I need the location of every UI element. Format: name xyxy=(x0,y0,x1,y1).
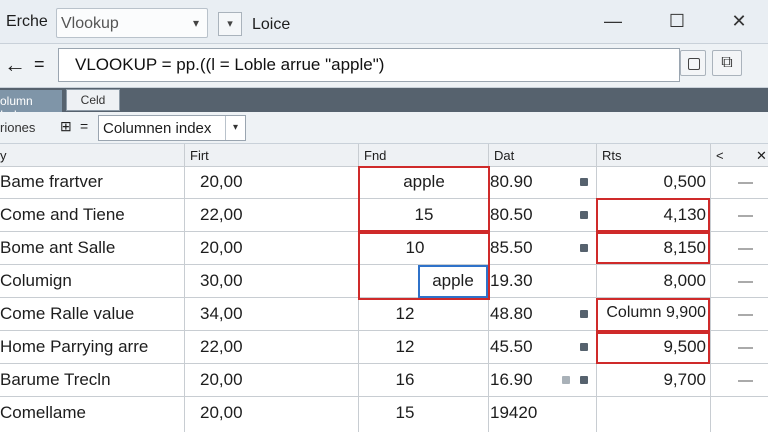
table-cell[interactable]: Bame frartver xyxy=(0,172,103,192)
square-icon xyxy=(580,178,588,186)
row-dash-icon[interactable]: — xyxy=(738,207,753,224)
grid-vline xyxy=(710,144,711,432)
name-box[interactable]: Vlookup ▾ xyxy=(56,8,208,38)
table-cell[interactable]: 4,130 xyxy=(663,205,706,225)
table-cell[interactable]: Barume Trecln xyxy=(0,370,111,390)
square-icon xyxy=(580,376,588,384)
name-box-caret-icon: ▾ xyxy=(192,16,199,30)
scroll-left-icon[interactable]: < xyxy=(716,148,724,163)
table-cell[interactable]: 48.80 xyxy=(490,304,533,324)
table-cell[interactable]: apple xyxy=(360,172,488,192)
table-cell[interactable]: 12 xyxy=(360,304,450,324)
app-label: Erche xyxy=(6,13,48,30)
column-header-first[interactable]: Firt xyxy=(190,148,209,163)
table-cell[interactable]: 85.50 xyxy=(490,238,533,258)
close-button[interactable]: ✕ xyxy=(722,8,756,34)
table-cell[interactable]: 9,700 xyxy=(663,370,706,390)
square-icon xyxy=(580,244,588,252)
column-header-name[interactable]: y xyxy=(0,148,7,163)
column-header-date[interactable]: Dat xyxy=(494,148,514,163)
options-label: riones xyxy=(0,120,36,135)
tab-column-index[interactable]: olumn Index xyxy=(0,90,62,112)
table-icon[interactable]: ⊞ xyxy=(60,118,72,135)
table-cell[interactable]: 0,500 xyxy=(663,172,706,192)
row-dash-icon[interactable]: — xyxy=(738,240,753,257)
table-cell[interactable]: 20,00 xyxy=(200,403,243,423)
close-icon[interactable]: ✕ xyxy=(756,148,767,164)
table-cell[interactable]: 19420 xyxy=(490,403,537,423)
table-cell[interactable]: 16 xyxy=(360,370,450,390)
square-icon xyxy=(562,376,570,384)
formula-bar: ← = VLOOKUP = pp.((l = Loble arrue "appl… xyxy=(0,44,768,88)
row-dash-icon[interactable]: — xyxy=(738,339,753,356)
table-cell[interactable]: Come Ralle value xyxy=(0,304,134,324)
table-cell[interactable]: 19.30 xyxy=(490,271,533,291)
table-cell[interactable]: 45.50 xyxy=(490,337,533,357)
table-cell[interactable]: 15 xyxy=(360,403,450,423)
column-index-select[interactable]: Columnen index ▾ xyxy=(98,115,246,141)
table-cell[interactable]: 8,150 xyxy=(663,238,706,258)
table-cell[interactable]: 80.90 xyxy=(490,172,533,192)
options-row: riones ⊞ = Columnen index ▾ xyxy=(0,112,768,144)
spreadsheet-grid: y Firt Fnd Dat Rts < ✕ Bame frartver 20,… xyxy=(0,144,768,432)
table-cell[interactable]: 12 xyxy=(360,337,450,357)
table-cell[interactable]: 8,000 xyxy=(663,271,706,291)
table-cell[interactable]: 30,00 xyxy=(200,271,243,291)
copy-icon[interactable]: ⧉ xyxy=(712,50,742,76)
expand-formula-button[interactable] xyxy=(680,50,706,76)
options-equals: = xyxy=(80,118,89,134)
table-cell[interactable]: Comellame xyxy=(0,403,86,423)
table-cell[interactable]: 80.50 xyxy=(490,205,533,225)
table-cell[interactable]: 9,500 xyxy=(663,337,706,357)
square-icon xyxy=(580,310,588,318)
function-dropdown-button[interactable]: ▾ xyxy=(218,12,242,36)
grid-vline xyxy=(184,144,185,432)
table-cell[interactable]: 22,00 xyxy=(200,205,243,225)
function-label: Loice xyxy=(252,16,291,33)
title-bar: Erche Vlookup ▾ ▾ Loice — ☐ ✕ xyxy=(0,0,768,44)
tab-strip: olumn Index Celd xyxy=(0,88,768,112)
table-cell[interactable]: Columign xyxy=(0,271,72,291)
row-dash-icon[interactable]: — xyxy=(738,306,753,323)
square-icon xyxy=(580,343,588,351)
minimize-button[interactable]: — xyxy=(596,8,630,34)
name-box-value: Vlookup xyxy=(61,15,119,32)
column-header-find[interactable]: Fnd xyxy=(364,148,386,163)
table-cell[interactable]: Column 9,900 xyxy=(606,304,706,322)
row-dash-icon[interactable]: — xyxy=(738,174,753,191)
table-cell[interactable]: 20,00 xyxy=(200,370,243,390)
table-cell[interactable]: Bome ant Salle xyxy=(0,238,115,258)
square-icon xyxy=(580,211,588,219)
row-dash-icon[interactable]: — xyxy=(738,372,753,389)
table-cell[interactable]: 16.90 xyxy=(490,370,533,390)
table-cell[interactable]: 10 xyxy=(360,238,470,258)
formula-input[interactable]: VLOOKUP = pp.((l = Loble arrue "apple") xyxy=(58,48,680,82)
active-cell-value[interactable]: apple xyxy=(420,271,486,291)
row-dash-icon[interactable]: — xyxy=(738,273,753,290)
tab-cell[interactable]: Celd xyxy=(66,89,120,111)
chevron-down-icon[interactable]: ▾ xyxy=(225,116,245,140)
table-cell[interactable]: 34,00 xyxy=(200,304,243,324)
table-cell[interactable]: 20,00 xyxy=(200,238,243,258)
restore-button[interactable]: ☐ xyxy=(660,8,694,34)
grid-vline xyxy=(596,144,597,432)
table-cell[interactable]: 20,00 xyxy=(200,172,243,192)
column-index-select-value: Columnen index xyxy=(103,120,212,137)
column-header-results[interactable]: Rts xyxy=(602,148,622,163)
table-cell[interactable]: 15 xyxy=(360,205,488,225)
equals-sign: = xyxy=(34,54,45,74)
table-cell[interactable]: 22,00 xyxy=(200,337,243,357)
table-cell[interactable]: Home Parrying arre xyxy=(0,337,148,357)
grid-hline xyxy=(0,396,768,397)
back-arrow-icon[interactable]: ← xyxy=(4,52,26,78)
table-cell[interactable]: Come and Tiene xyxy=(0,205,125,225)
